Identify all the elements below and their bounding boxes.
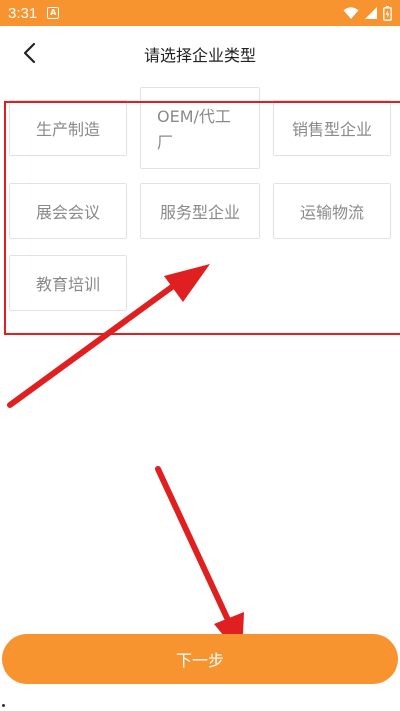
arrow-to-next-button <box>155 466 244 658</box>
type-option-education[interactable]: 教育培训 <box>9 255 127 311</box>
type-option-label: 展会会议 <box>35 203 100 222</box>
type-option-label: 生产制造 <box>35 120 100 139</box>
type-option-exhibition[interactable]: 展会会议 <box>9 183 127 239</box>
next-step-label: 下一步 <box>175 651 224 670</box>
type-option-manufacturing[interactable]: 生产制造 <box>9 100 127 156</box>
type-option-label: 运输物流 <box>299 203 364 222</box>
type-option-logistics[interactable]: 运输物流 <box>273 183 391 239</box>
next-step-button[interactable]: 下一步 <box>2 634 398 684</box>
type-option-oem[interactable]: OEM/代工厂 <box>140 87 260 169</box>
enterprise-type-grid: 生产制造 OEM/代工厂 销售型企业 展会会议 服务型企业 运输物流 教育培训 <box>0 0 400 400</box>
type-option-sales[interactable]: 销售型企业 <box>273 100 391 156</box>
type-option-service[interactable]: 服务型企业 <box>140 183 260 239</box>
bottom-dot <box>2 704 5 707</box>
type-option-label: 销售型企业 <box>291 120 372 139</box>
type-option-label: OEM/代工厂 <box>157 107 231 152</box>
type-option-label: 教育培训 <box>35 275 100 294</box>
type-option-label: 服务型企业 <box>159 203 240 222</box>
